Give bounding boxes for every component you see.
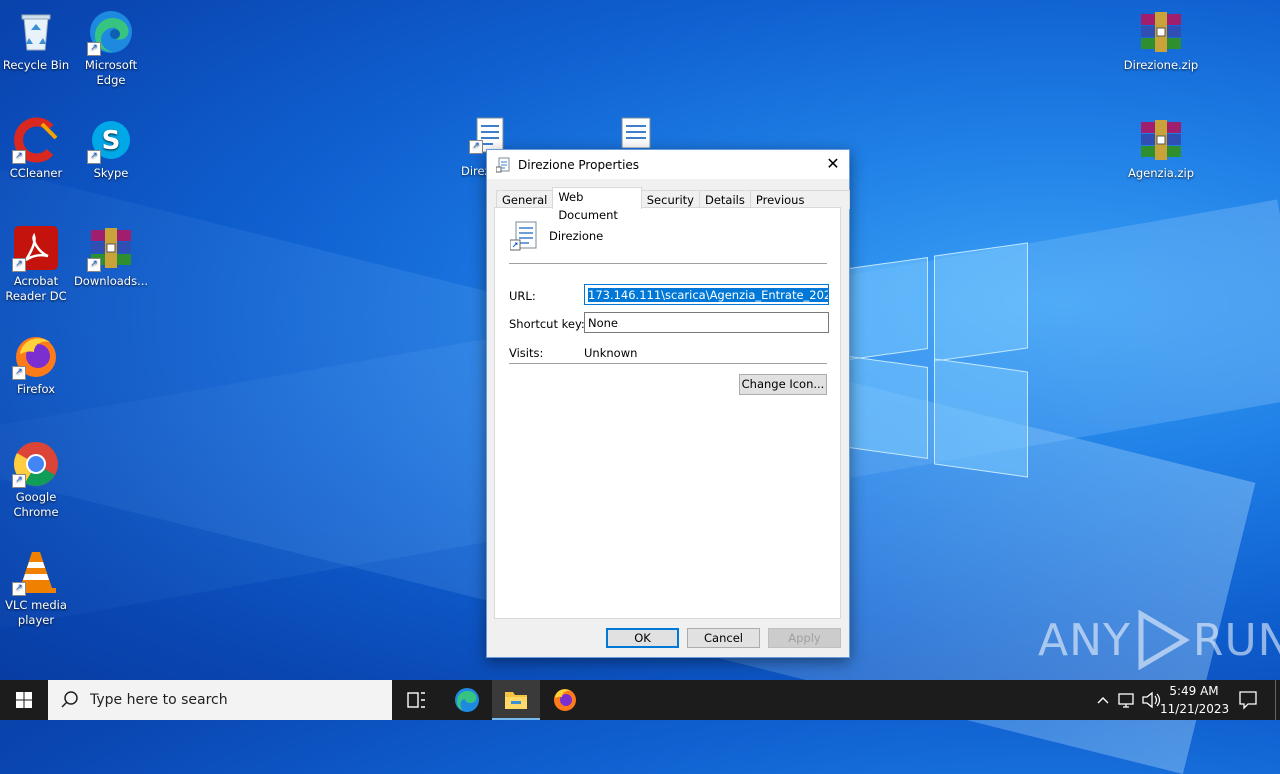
url-value: 173.146.111\scarica\Agenzia_Entrate_2023…: [588, 288, 828, 302]
dialog-title-bar[interactable]: Direzione Properties ✕: [487, 150, 849, 179]
svg-text:S: S: [102, 126, 121, 156]
taskbar-clock[interactable]: 5:49 AM 11/21/2023: [1160, 682, 1230, 718]
properties-dialog: Direzione Properties ✕ General Web Docum…: [486, 149, 850, 658]
web-document-panel: Direzione URL: 173.146.111\scarica\Agenz…: [494, 207, 841, 619]
desktop-icon-vlc[interactable]: ↗ VLC media player: [0, 548, 74, 628]
desktop-icon-label: Google Chrome: [13, 490, 59, 519]
desktop-icon-label: Microsoft Edge: [84, 58, 138, 87]
shortcut-key-input[interactable]: None: [584, 312, 829, 333]
task-view-icon: [407, 692, 425, 708]
clock-time: 5:49 AM: [1169, 684, 1219, 698]
wallpaper-windows-logo: [842, 235, 1032, 485]
chrome-icon: ↗: [12, 440, 60, 488]
desktop-icon-ccleaner[interactable]: ↗ CCleaner: [0, 116, 74, 181]
acrobat-icon: ↗: [12, 224, 60, 272]
firefox-icon: [554, 689, 576, 711]
close-button[interactable]: ✕: [817, 150, 849, 179]
anyrun-watermark: ANY RUN: [1038, 610, 1280, 670]
desktop-icon-edge[interactable]: ↗ Microsoft Edge: [73, 8, 149, 88]
recycle-bin-icon: [12, 8, 60, 56]
desktop-icon-label: Recycle Bin: [2, 58, 70, 72]
desktop-icon-label: VLC media player: [5, 598, 67, 627]
search-placeholder: Type here to search: [90, 692, 228, 708]
desktop-icon-acrobat[interactable]: ↗ Acrobat Reader DC: [0, 224, 74, 304]
desktop-icon-label: Downloads...: [73, 274, 149, 288]
winrar-archive-icon: [1137, 116, 1185, 164]
network-icon: [1118, 693, 1134, 708]
visits-label: Visits:: [509, 346, 544, 360]
desktop-icon-agenzia-zip[interactable]: Agenzia.zip: [1123, 116, 1199, 181]
taskbar-edge-button[interactable]: [443, 680, 491, 720]
close-icon: ✕: [826, 154, 840, 173]
visits-value: Unknown: [584, 346, 638, 360]
vlc-cone-icon: ↗: [12, 548, 60, 596]
web-document-icon: [618, 116, 658, 149]
cancel-button[interactable]: Cancel: [687, 628, 760, 648]
desktop-icon-label: Direzione.zip: [1123, 58, 1199, 72]
tab-web-document[interactable]: Web Document: [552, 187, 642, 222]
play-triangle-icon: [1138, 610, 1190, 670]
url-label: URL:: [509, 289, 536, 303]
desktop-icon-label: Agenzia.zip: [1128, 166, 1194, 180]
desktop-icon-recycle-bin[interactable]: Recycle Bin: [0, 8, 74, 73]
notification-icon: [1239, 691, 1257, 710]
taskbar-search-box[interactable]: Type here to search: [48, 680, 392, 720]
winrar-archive-icon: ↗: [87, 224, 135, 272]
divider: [509, 263, 827, 264]
speaker-icon: [1142, 691, 1161, 709]
desktop-icon-firefox[interactable]: ↗ Firefox: [0, 332, 74, 397]
skype-icon: S ↗: [87, 116, 135, 164]
clock-date: 11/21/2023: [1160, 702, 1230, 716]
show-hidden-icons-button[interactable]: [1094, 680, 1112, 720]
web-document-icon: [509, 220, 538, 254]
desktop-icon-label: CCleaner: [9, 166, 63, 180]
show-desktop-button[interactable]: [1275, 680, 1276, 720]
winrar-archive-icon: [1137, 8, 1185, 56]
shortcut-key-label: Shortcut key:: [509, 317, 585, 331]
file-name: Direzione: [549, 229, 604, 243]
desktop-icon-label: Skype: [93, 166, 129, 180]
search-icon: [61, 691, 78, 708]
desktop-icon-downloads[interactable]: ↗ Downloads...: [73, 224, 149, 289]
dialog-title: Direzione Properties: [518, 157, 640, 172]
windows-logo-icon: [16, 692, 32, 708]
desktop-icon-web-document[interactable]: [618, 116, 658, 150]
change-icon-button[interactable]: Change Icon...: [739, 374, 827, 395]
taskbar: Type here to search 5:49 AM 11/21/2023: [0, 680, 1280, 720]
apply-button[interactable]: Apply: [768, 628, 841, 648]
edge-icon: [455, 688, 479, 712]
watermark-text-right: RUN: [1192, 614, 1280, 666]
action-center-button[interactable]: [1234, 680, 1262, 720]
watermark-text-left: ANY: [1038, 614, 1131, 666]
desktop-icon-label: Acrobat Reader DC: [5, 274, 67, 303]
desktop-icon-label: Firefox: [16, 382, 56, 396]
chevron-up-icon: [1097, 697, 1109, 704]
desktop-icon-skype[interactable]: S ↗ Skype: [73, 116, 149, 181]
edge-icon: ↗: [87, 8, 135, 56]
web-document-icon: [495, 157, 510, 173]
task-view-button[interactable]: [392, 680, 440, 720]
ccleaner-icon: ↗: [12, 116, 60, 164]
firefox-icon: ↗: [12, 332, 60, 380]
folder-icon: [505, 692, 527, 709]
taskbar-file-explorer-button[interactable]: [492, 680, 540, 720]
volume-tray-button[interactable]: [1140, 680, 1162, 720]
tab-strip: General Web Document Security Details Pr…: [496, 187, 850, 225]
divider: [509, 363, 827, 364]
desktop-icon-chrome[interactable]: ↗ Google Chrome: [0, 440, 74, 520]
network-tray-button[interactable]: [1116, 680, 1138, 720]
taskbar-firefox-button[interactable]: [541, 680, 589, 720]
ok-button[interactable]: OK: [606, 628, 679, 648]
start-button[interactable]: [0, 680, 48, 720]
desktop-icon-direzione-zip[interactable]: Direzione.zip: [1123, 8, 1199, 73]
url-input[interactable]: 173.146.111\scarica\Agenzia_Entrate_2023…: [584, 284, 829, 305]
